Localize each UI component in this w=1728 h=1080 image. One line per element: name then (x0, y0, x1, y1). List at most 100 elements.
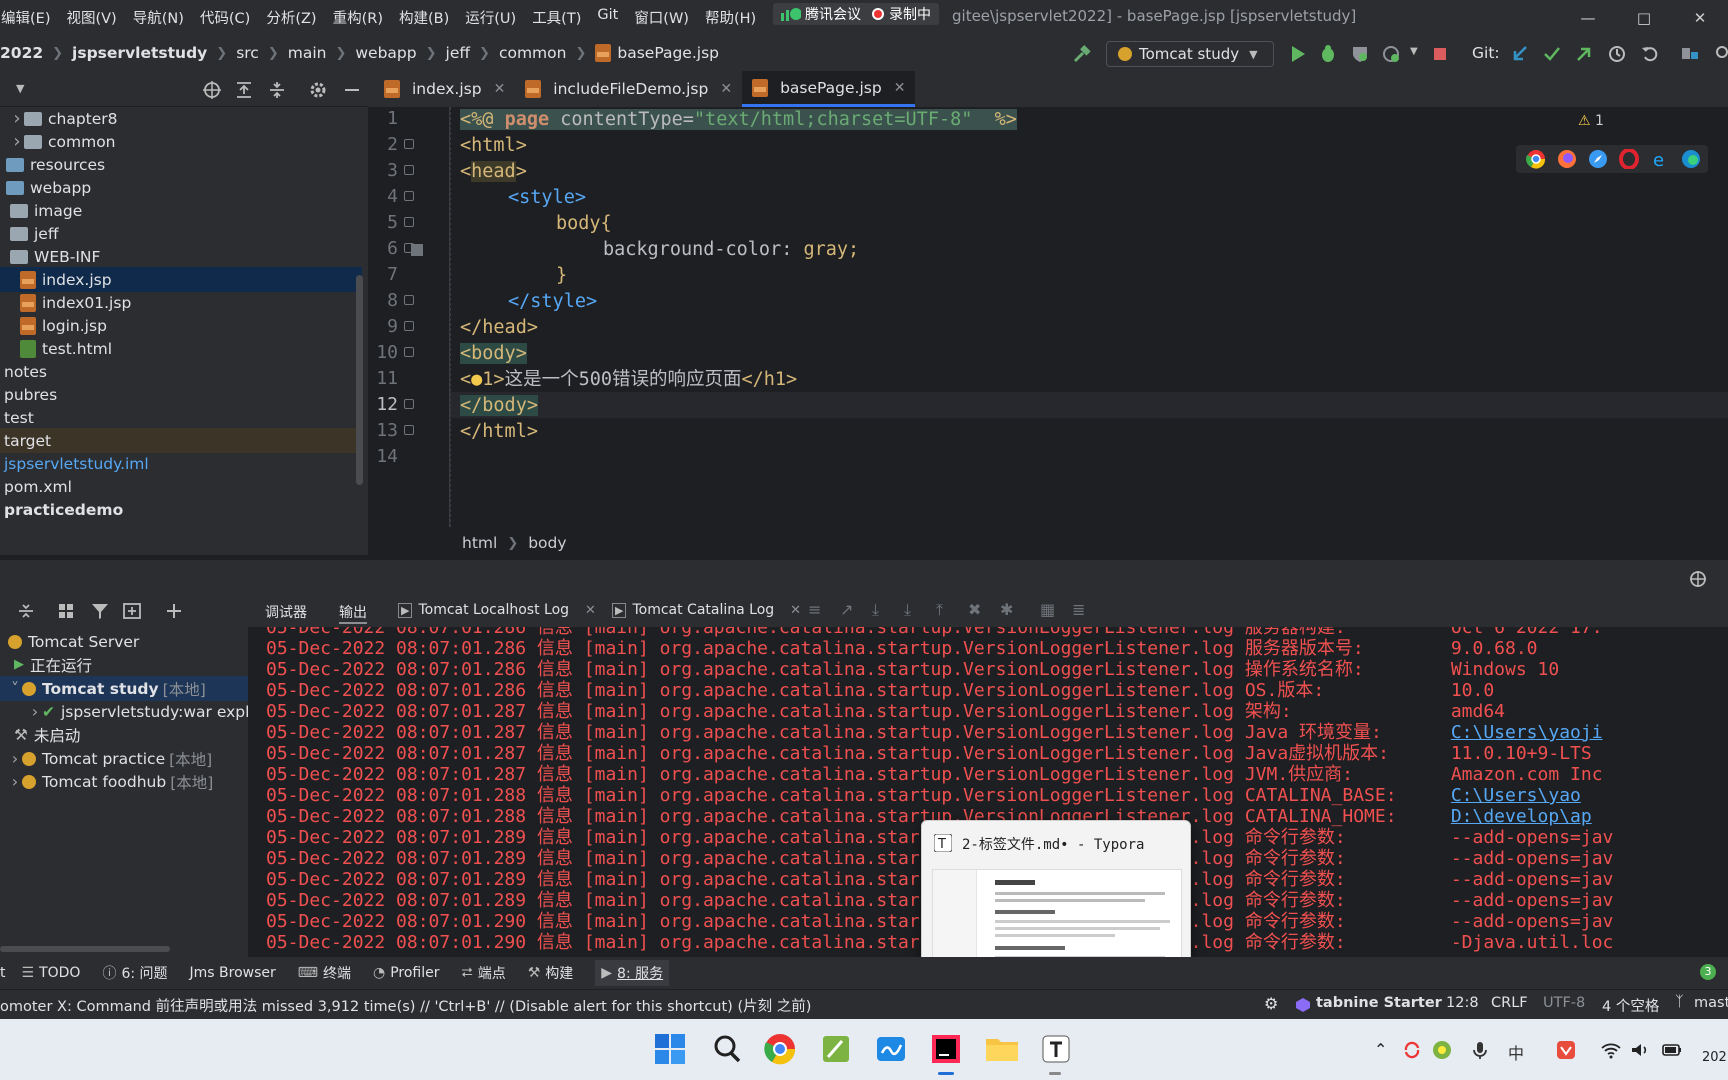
service-item[interactable]: › Tomcat foodhub [本地] (8, 769, 214, 794)
fold-marker-icon[interactable] (404, 425, 414, 435)
hide-panel-icon[interactable] (342, 80, 362, 100)
fold-marker-icon[interactable] (404, 399, 414, 409)
tree-item[interactable]: notes (0, 359, 362, 384)
close-tab-icon[interactable]: ✕ (494, 81, 506, 97)
chevron-right-icon[interactable]: › (10, 131, 24, 152)
bookmark-marker[interactable] (411, 244, 423, 256)
tabnine-label[interactable]: tabnine Starter (1316, 995, 1442, 1011)
locate-icon[interactable] (202, 80, 222, 100)
status-message[interactable]: omoter X: Command 前往声明或用法 missed 3,912 t… (0, 995, 811, 1016)
tree-item[interactable]: image (0, 198, 362, 223)
notepad-taskbar-icon[interactable] (820, 1033, 852, 1065)
chevron-right-icon[interactable]: › (8, 772, 22, 791)
gear-icon[interactable] (308, 80, 328, 100)
warning-indicator[interactable]: ⚠ 1 (1578, 113, 1604, 129)
fold-marker-icon[interactable] (404, 139, 414, 149)
hammer-icon[interactable] (1072, 44, 1092, 64)
profile-icon[interactable] (1381, 44, 1401, 64)
menu-item-1[interactable]: 视图(V) (65, 7, 117, 28)
indent-setting[interactable]: 4 个空格 (1602, 995, 1659, 1016)
close-tab-icon[interactable]: ✕ (894, 80, 906, 96)
tree-item[interactable]: jeff (0, 221, 362, 246)
line-separator[interactable]: CRLF (1491, 995, 1528, 1011)
whiteboard-taskbar-icon[interactable] (875, 1033, 907, 1065)
file-explorer-taskbar-icon[interactable] (985, 1033, 1019, 1065)
tool-window-4[interactable]: ◔ Profiler (373, 965, 440, 981)
menu-item-7[interactable]: 运行(U) (464, 7, 517, 28)
menu-item-9[interactable]: Git (596, 7, 619, 28)
close-tab-icon[interactable]: ✕ (585, 603, 596, 618)
console-action-icon[interactable]: ▦ (1040, 600, 1055, 619)
crumb-2[interactable]: src (236, 44, 259, 62)
git-push-icon[interactable] (1574, 44, 1594, 64)
chevron-down-icon[interactable]: ˅ (8, 679, 22, 698)
chevron-right-icon[interactable]: › (10, 108, 24, 129)
add-icon[interactable] (164, 601, 184, 621)
tool-window-7[interactable]: ▶ 8: 服务 (595, 960, 670, 986)
intention-bulb-icon[interactable]: ● (471, 369, 482, 390)
app-tray-icon[interactable] (1432, 1040, 1452, 1060)
filter-icon[interactable] (90, 601, 110, 621)
search-everywhere-icon[interactable] (1714, 44, 1728, 64)
tree-item[interactable]: webapp (0, 175, 362, 200)
fold-marker-icon[interactable] (404, 217, 414, 227)
tool-window-0[interactable]: ☰ TODO (22, 965, 81, 981)
crumb-4[interactable]: webapp (355, 44, 416, 62)
group-by-icon[interactable] (56, 601, 76, 621)
sync-tray-icon[interactable] (1402, 1040, 1422, 1060)
new-tab-icon[interactable] (122, 601, 142, 621)
tree-item[interactable]: login.jsp (0, 313, 362, 338)
crumb-5[interactable]: jeff (446, 44, 471, 62)
fold-marker-icon[interactable] (404, 295, 414, 305)
input-method-icon[interactable]: 中 (1508, 1040, 1524, 1064)
panel-menu-chevron-icon[interactable]: ▼ (16, 82, 24, 95)
menu-item-0[interactable]: 编辑(E) (0, 7, 51, 28)
stop-icon[interactable] (1430, 44, 1450, 64)
tree-item[interactable]: test (0, 405, 362, 430)
opera-icon[interactable] (1619, 149, 1639, 169)
code-editor[interactable]: <%@ page contentType="text/html;charset=… (450, 107, 1728, 527)
tool-window-6[interactable]: ⚒ 构建 (528, 963, 574, 983)
fold-marker-icon[interactable] (404, 321, 414, 331)
maximize-button[interactable]: □ (1616, 0, 1672, 35)
run-configuration-selector[interactable]: Tomcat study ▼ (1106, 41, 1274, 67)
service-item[interactable]: ▶ 正在运行 (14, 652, 92, 677)
tray-overflow-icon[interactable]: ⌃ (1374, 1040, 1387, 1059)
menu-item-10[interactable]: 窗口(W) (633, 7, 690, 28)
debug-icon[interactable] (1318, 44, 1338, 64)
battery-icon[interactable] (1662, 1042, 1682, 1058)
log-value[interactable]: D:\develop\ap (1451, 806, 1592, 827)
menu-item-3[interactable]: 代码(C) (199, 7, 251, 28)
log-value[interactable]: C:\Users\yao (1451, 785, 1581, 806)
console-action-icon[interactable]: ⤓ (904, 600, 911, 620)
service-item[interactable]: ⚒ 未启动 (14, 722, 80, 747)
tree-item[interactable]: jspservletstudy.iml (0, 451, 362, 476)
tool-window-2[interactable]: Jms Browser (190, 965, 276, 981)
fold-marker-icon[interactable] (404, 347, 414, 357)
tree-item[interactable]: practicedemo (0, 497, 362, 522)
service-item[interactable]: › ✔ jspservletstudy:war expl (28, 699, 250, 724)
assistant-icon[interactable]: ⚙ (1264, 994, 1278, 1013)
services-tab-1[interactable]: 输出 (339, 602, 367, 624)
menu-item-2[interactable]: 导航(N) (132, 7, 185, 28)
menu-item-5[interactable]: 重构(R) (332, 7, 384, 28)
menu-item-8[interactable]: 工具(T) (531, 7, 582, 28)
menu-item-4[interactable]: 分析(Z) (265, 7, 317, 28)
service-item[interactable]: › Tomcat practice [本地] (8, 746, 212, 771)
tree-item[interactable]: WEB-INF (0, 244, 362, 269)
fold-marker-icon[interactable] (404, 165, 414, 175)
meeting-indicator[interactable]: 腾讯会议 录制中 (773, 3, 939, 25)
minimize-button[interactable]: — (1560, 0, 1616, 35)
event-log-badge[interactable]: 3 (1700, 964, 1716, 980)
menu-item-11[interactable]: 帮助(H) (704, 7, 757, 28)
search-icon[interactable] (711, 1033, 743, 1065)
chrome-icon[interactable] (1526, 149, 1546, 169)
coverage-icon[interactable] (1350, 44, 1370, 64)
chevron-right-icon[interactable]: › (8, 749, 22, 768)
collapse-icon[interactable] (16, 601, 36, 621)
crumb-0[interactable]: 2022 (0, 44, 43, 62)
service-item[interactable]: ˅ Tomcat study [本地] (0, 676, 248, 701)
console-action-icon[interactable]: ✱ (1000, 600, 1013, 619)
close-tab-icon[interactable]: ✕ (790, 603, 801, 618)
ie-icon[interactable]: e (1650, 149, 1670, 169)
